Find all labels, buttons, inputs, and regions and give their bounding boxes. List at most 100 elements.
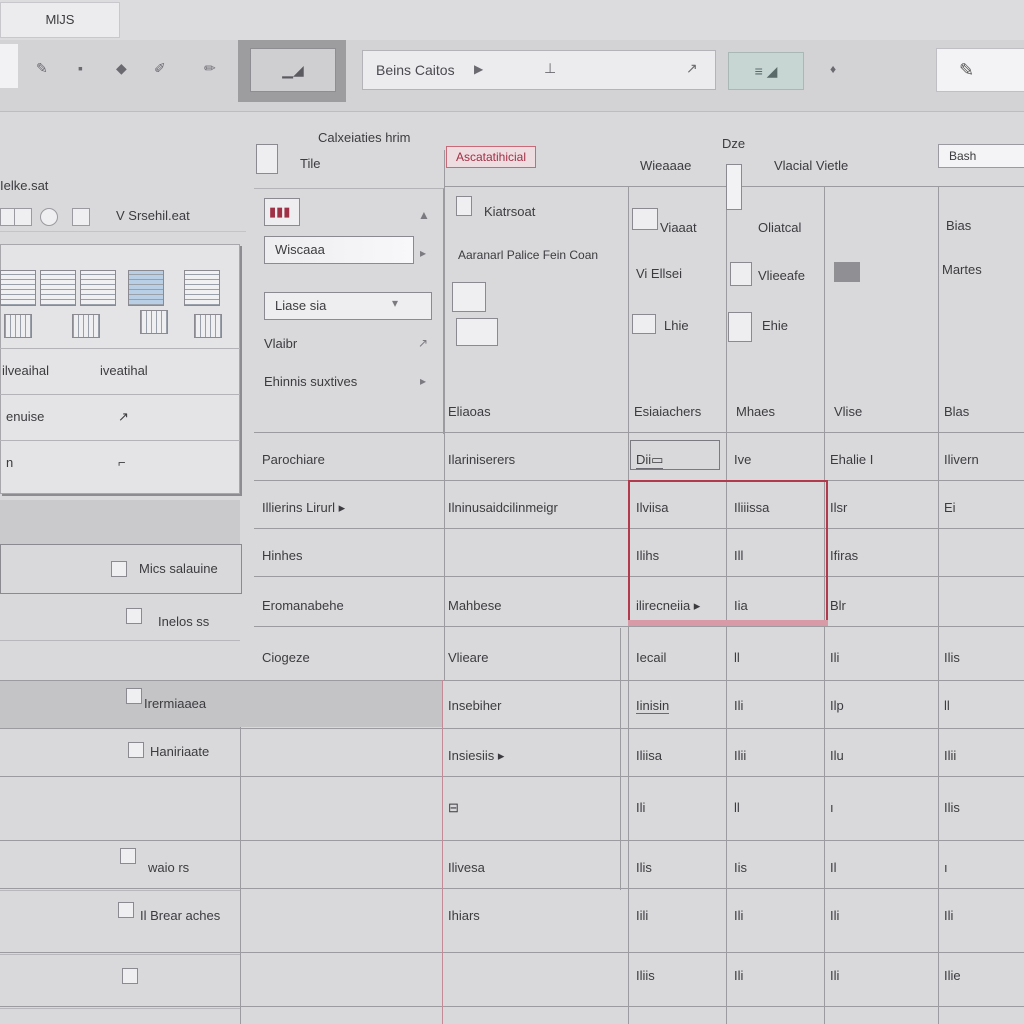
- table-cell[interactable]: Insebiher: [448, 698, 501, 713]
- table-icon[interactable]: [456, 318, 498, 346]
- column-header[interactable]: Wieaaae: [640, 158, 691, 173]
- table-cell[interactable]: Mahbese: [448, 598, 501, 613]
- chevron-right-icon[interactable]: ↗: [418, 336, 428, 350]
- chevron-right-icon[interactable]: ▸: [420, 246, 426, 260]
- app-tab[interactable]: MlJS: [0, 2, 120, 38]
- thumbnail[interactable]: [140, 310, 168, 334]
- table-cell[interactable]: ı: [830, 800, 834, 815]
- table-cell[interactable]: Illierins Lirurl ▸: [262, 500, 345, 516]
- thumbnail[interactable]: [40, 270, 76, 306]
- table-cell[interactable]: Ilis: [944, 800, 960, 815]
- table-cell[interactable]: Ilninusaidcilinmeigr: [448, 500, 558, 515]
- panel-row[interactable]: ilveaihal iveatihal: [0, 348, 240, 394]
- table-cell[interactable]: Ilie: [944, 968, 961, 983]
- splitter-handle[interactable]: [726, 164, 742, 210]
- table-cell[interactable]: Ili: [734, 968, 743, 983]
- table-cell[interactable]: Ili: [830, 650, 839, 665]
- table-cell[interactable]: Ihiars: [448, 908, 480, 923]
- table-cell[interactable]: Iis: [734, 860, 747, 875]
- list-item[interactable]: [0, 776, 240, 841]
- table-cell[interactable]: Parochiare: [262, 452, 325, 467]
- table-cell[interactable]: Ilis: [636, 860, 652, 875]
- blob-icon[interactable]: ◆: [116, 60, 127, 77]
- expand-icon[interactable]: ↗: [686, 60, 698, 77]
- list-item[interactable]: Irermiaaea: [0, 680, 240, 729]
- thumbnail[interactable]: [0, 270, 36, 306]
- table-cell[interactable]: ll: [734, 650, 740, 665]
- table-cell[interactable]: ⊟: [448, 800, 459, 816]
- list-item[interactable]: Il Brear aches: [0, 890, 240, 955]
- list-item[interactable]: [0, 954, 240, 1009]
- list-item[interactable]: [0, 500, 240, 545]
- column-header[interactable]: Vlacial Vietle: [774, 158, 848, 173]
- chevron-right-icon[interactable]: ▸: [420, 374, 426, 388]
- table-cell[interactable]: Insiesiis ▸: [448, 748, 504, 764]
- table-cell[interactable]: Ilivesa: [448, 860, 485, 875]
- table-cell[interactable]: Vlieare: [448, 650, 488, 665]
- edit-button[interactable]: ✎: [936, 48, 1024, 92]
- type-select[interactable]: Liase sia: [264, 292, 432, 320]
- table-cell[interactable]: Ili: [734, 698, 743, 713]
- table-cell[interactable]: Ilu: [830, 748, 844, 763]
- table-cell[interactable]: Ilsr: [830, 500, 847, 515]
- list-item[interactable]: Inelos ss: [0, 592, 240, 641]
- pencil-icon[interactable]: ✏: [204, 60, 216, 77]
- table-cell[interactable]: Ili: [830, 908, 839, 923]
- table-cell[interactable]: Iliis: [636, 968, 655, 983]
- tool-grid-icon[interactable]: [72, 208, 90, 226]
- table-cell[interactable]: ll: [734, 800, 740, 815]
- table-cell[interactable]: Ilariniserers: [448, 452, 515, 467]
- thumbnail[interactable]: [4, 314, 32, 338]
- chevron-down-icon[interactable]: ▾: [392, 296, 398, 310]
- brush-icon[interactable]: ✎: [36, 60, 48, 77]
- table-cell[interactable]: Ilii: [734, 748, 746, 763]
- pen-icon[interactable]: ✐: [154, 60, 166, 77]
- table-cell[interactable]: Ili: [734, 908, 743, 923]
- image-icon[interactable]: [452, 282, 486, 312]
- table-cell[interactable]: Il: [830, 860, 837, 875]
- table-cell[interactable]: Ilp: [830, 698, 844, 713]
- table-cell[interactable]: Ei: [944, 500, 956, 515]
- list-item[interactable]: waio rs: [0, 840, 240, 891]
- table-cell[interactable]: Ifiras: [830, 548, 858, 563]
- list-item[interactable]: Haniriaate: [0, 728, 240, 777]
- table-cell[interactable]: Hinhes: [262, 548, 302, 563]
- thumbnail[interactable]: [194, 314, 222, 338]
- table-cell[interactable]: Eromanabehe: [262, 598, 344, 613]
- table-cell[interactable]: Ili: [944, 908, 953, 923]
- table-cell[interactable]: Ive: [734, 452, 751, 467]
- table-cell[interactable]: Iliisa: [636, 748, 662, 763]
- swatch-button[interactable]: ≡ ◢: [728, 52, 804, 90]
- square-icon[interactable]: ▪: [78, 60, 83, 76]
- pin-icon[interactable]: ♦: [830, 62, 836, 76]
- table-cell[interactable]: ll: [944, 698, 950, 713]
- list-item[interactable]: Mics salauine: [0, 544, 242, 594]
- table-cell[interactable]: ı: [944, 860, 948, 875]
- table-cell[interactable]: Iinisin: [636, 698, 670, 714]
- thumbnail[interactable]: [128, 270, 164, 306]
- column-header[interactable]: Dze: [722, 136, 745, 151]
- panel-row[interactable]: n ⌐: [0, 440, 240, 486]
- table-cell[interactable]: Ilii: [944, 748, 956, 763]
- tool-square-icon[interactable]: [14, 208, 32, 226]
- category-tag[interactable]: Ascatatihicial: [446, 146, 536, 168]
- table-cell[interactable]: Ilis: [944, 650, 960, 665]
- table-cell[interactable]: Iili: [636, 908, 648, 923]
- thumbnail[interactable]: [184, 270, 220, 306]
- toolbar-edge-button[interactable]: [0, 44, 18, 88]
- panel-row[interactable]: enuise ↗: [0, 394, 240, 440]
- chevron-up-icon[interactable]: ▲: [418, 208, 430, 222]
- thumbnail[interactable]: [80, 270, 116, 306]
- sidebar-search-label[interactable]: V Srsehil.eat: [116, 208, 190, 223]
- table-cell[interactable]: Ilivern: [944, 452, 979, 467]
- table-cell[interactable]: Blr: [830, 598, 846, 613]
- tool-circle-icon[interactable]: [40, 208, 58, 226]
- active-tool-button[interactable]: ▁◢: [250, 48, 336, 92]
- table-cell[interactable]: Ili: [636, 800, 645, 815]
- batch-tag[interactable]: Bash: [938, 144, 1024, 168]
- name-field[interactable]: Wiscaaa: [264, 236, 414, 264]
- table-cell[interactable]: Ehalie I: [830, 452, 873, 467]
- table-cell[interactable]: Iecail: [636, 650, 666, 665]
- list-item[interactable]: [0, 640, 240, 681]
- table-cell[interactable]: Ciogeze: [262, 650, 310, 665]
